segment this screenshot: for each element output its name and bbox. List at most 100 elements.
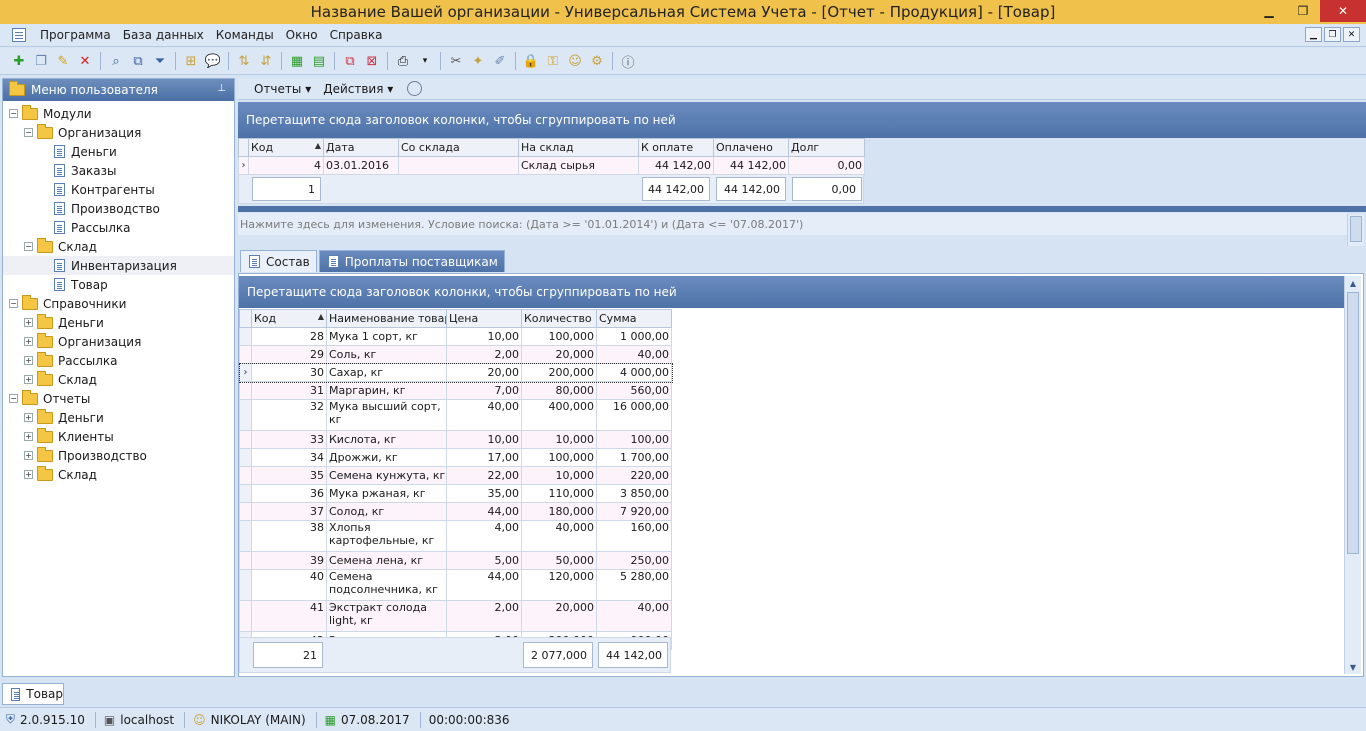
filter-bar[interactable]: Нажмите здесь для изменения. Условие пои…	[238, 213, 1348, 235]
table-cell[interactable]: 20,00	[446, 363, 522, 382]
column-header[interactable]: К оплате	[638, 138, 714, 157]
tab-supplier-payments[interactable]: Проплаты поставщикам	[318, 250, 505, 272]
export-menu-icon[interactable]: ▤	[308, 51, 330, 71]
lock-icon[interactable]: 🔒	[520, 51, 542, 71]
scroll-up-icon[interactable]: ▲	[1345, 276, 1361, 290]
table-row[interactable]: 40 Семена подсолнечника, кг 44,00 120,000 5 …	[239, 569, 672, 601]
table-cell[interactable]: 7,00	[446, 381, 522, 400]
table-cell[interactable]: 250,00	[596, 551, 672, 570]
sidebar-item[interactable]: − Модули	[3, 104, 234, 123]
table-cell[interactable]: 50,000	[521, 551, 597, 570]
table-cell[interactable]: 4 000,00	[596, 363, 672, 382]
table-cell[interactable]: 22,00	[446, 466, 522, 485]
collapse-icon[interactable]: −	[24, 242, 33, 251]
table-cell[interactable]: Маргарин, кг	[326, 381, 447, 400]
table-cell[interactable]: 33	[251, 430, 327, 449]
column-header[interactable]: Количество	[521, 309, 597, 328]
table-row[interactable]: › 30 Сахар, кг 20,00 200,000 4 000,00	[238, 362, 673, 383]
table-cell[interactable]: Семена подсолнечника, кг	[326, 569, 447, 601]
table-cell[interactable]: 0,00	[788, 156, 865, 175]
table-cell[interactable]: 120,000	[521, 569, 597, 601]
table-cell[interactable]: 10,00	[446, 327, 522, 346]
sidebar-item[interactable]: Деньги	[3, 142, 234, 161]
collapse-icon[interactable]: −	[9, 394, 18, 403]
users-icon[interactable]: ☺	[564, 51, 586, 71]
sidebar-item[interactable]: + Клиенты	[3, 427, 234, 446]
mdi-restore-icon[interactable]: ❐	[1324, 27, 1341, 42]
table-cell[interactable]: 44,00	[446, 502, 522, 521]
table-cell[interactable]: Склад сырья	[518, 156, 639, 175]
column-header[interactable]: Оплачено	[713, 138, 789, 157]
table-cell[interactable]: 560,00	[596, 381, 672, 400]
expand-icon[interactable]: +	[24, 337, 33, 346]
table-cell[interactable]: 180,000	[521, 502, 597, 521]
table-cell[interactable]: 5,00	[446, 551, 522, 570]
table-cell[interactable]: 100,00	[596, 430, 672, 449]
add-icon[interactable]: ✚	[8, 51, 30, 71]
table-row[interactable]: 37 Солод, кг 44,00 180,000 7 920,00	[239, 502, 672, 521]
table-cell[interactable]: 100,000	[521, 327, 597, 346]
table-cell[interactable]: 35,00	[446, 484, 522, 503]
table-cell[interactable]: 44 142,00	[713, 156, 789, 175]
column-header[interactable]: Долг	[788, 138, 865, 157]
sidebar-item[interactable]: Контрагенты	[3, 180, 234, 199]
column-header[interactable]: Сумма	[596, 309, 672, 328]
table-cell[interactable]: 4,00	[446, 520, 522, 552]
sidebar-item[interactable]: Товар	[3, 275, 234, 294]
sidebar-item[interactable]: + Организация	[3, 332, 234, 351]
delete-icon[interactable]: ✕	[74, 51, 96, 71]
expand-icon[interactable]: +	[24, 470, 33, 479]
sidebar-item[interactable]: + Деньги	[3, 408, 234, 427]
key-icon[interactable]: ⚿	[542, 51, 564, 71]
table-row[interactable]: 41 Экстракт солода light, кг 2,00 20,000 40,…	[239, 600, 672, 632]
table-cell[interactable]: 2,00	[446, 345, 522, 364]
table-cell[interactable]: 40,000	[521, 520, 597, 552]
table-cell[interactable]: 39	[251, 551, 327, 570]
detail-group-panel[interactable]: Перетащите сюда заголовок колонки, чтобы…	[239, 276, 1345, 308]
table-cell[interactable]: 220,00	[596, 466, 672, 485]
expand-icon[interactable]: +	[24, 356, 33, 365]
print-icon[interactable]: ⎙	[392, 51, 414, 71]
table-cell[interactable]: 200,000	[521, 363, 597, 382]
table-cell[interactable]: 40,00	[596, 345, 672, 364]
filter-icon[interactable]: ⏷	[149, 51, 171, 71]
sidebar-item[interactable]: − Справочники	[3, 294, 234, 313]
table-cell[interactable]: Семена лена, кг	[326, 551, 447, 570]
column-header[interactable]: Код ▲	[251, 309, 327, 328]
collapse-icon[interactable]: −	[9, 299, 18, 308]
table-cell[interactable]: 1 000,00	[596, 327, 672, 346]
table-row[interactable]: 32 Мука высший сорт, кг 40,00 400,000 16 000…	[239, 399, 672, 431]
table-cell[interactable]: 7 920,00	[596, 502, 672, 521]
sidebar-item[interactable]: Рассылка	[3, 218, 234, 237]
sidebar-item[interactable]: Инвентаризация	[3, 256, 234, 275]
table-cell[interactable]: 400,000	[521, 399, 597, 431]
sidebar-item[interactable]: + Деньги	[3, 313, 234, 332]
table-cell[interactable]: 40,00	[596, 600, 672, 632]
table-cell[interactable]: 31	[251, 381, 327, 400]
export-excel-icon[interactable]: ▦	[286, 51, 308, 71]
expand-icon[interactable]: +	[24, 451, 33, 460]
column-header[interactable]: Дата	[323, 138, 399, 157]
menu-database[interactable]: База данных	[117, 28, 210, 42]
actions-menu-button[interactable]: Действия ▾	[323, 82, 393, 96]
table-cell[interactable]: 100,000	[521, 448, 597, 467]
pin-icon[interactable]: ⊥	[217, 83, 226, 94]
table-cell[interactable]: 34	[251, 448, 327, 467]
table-cell[interactable]: 110,000	[521, 484, 597, 503]
table-cell[interactable]: Дрожжи, кг	[326, 448, 447, 467]
open-window-tab[interactable]: Товар	[2, 683, 64, 705]
table-row[interactable]: › 4 03.01.2016 Склад сырья 44 142,00 44 142,0…	[238, 156, 865, 175]
sidebar-item[interactable]: + Рассылка	[3, 351, 234, 370]
table-cell[interactable]: 1 700,00	[596, 448, 672, 467]
table-cell[interactable]: 35	[251, 466, 327, 485]
close-window-icon[interactable]: ⊠	[361, 51, 383, 71]
column-header[interactable]: Цена	[446, 309, 522, 328]
table-cell[interactable]: Мука 1 сорт, кг	[326, 327, 447, 346]
sidebar-item[interactable]: − Организация	[3, 123, 234, 142]
new-window-icon[interactable]: ⧉	[339, 51, 361, 71]
table-cell[interactable]: Соль, кг	[326, 345, 447, 364]
detail-grid[interactable]: Код ▲ Наименование товара Цена Количество Сум…	[238, 309, 673, 650]
expand-icon[interactable]: +	[24, 413, 33, 422]
table-cell[interactable]: 80,000	[521, 381, 597, 400]
table-cell[interactable]: 37	[251, 502, 327, 521]
